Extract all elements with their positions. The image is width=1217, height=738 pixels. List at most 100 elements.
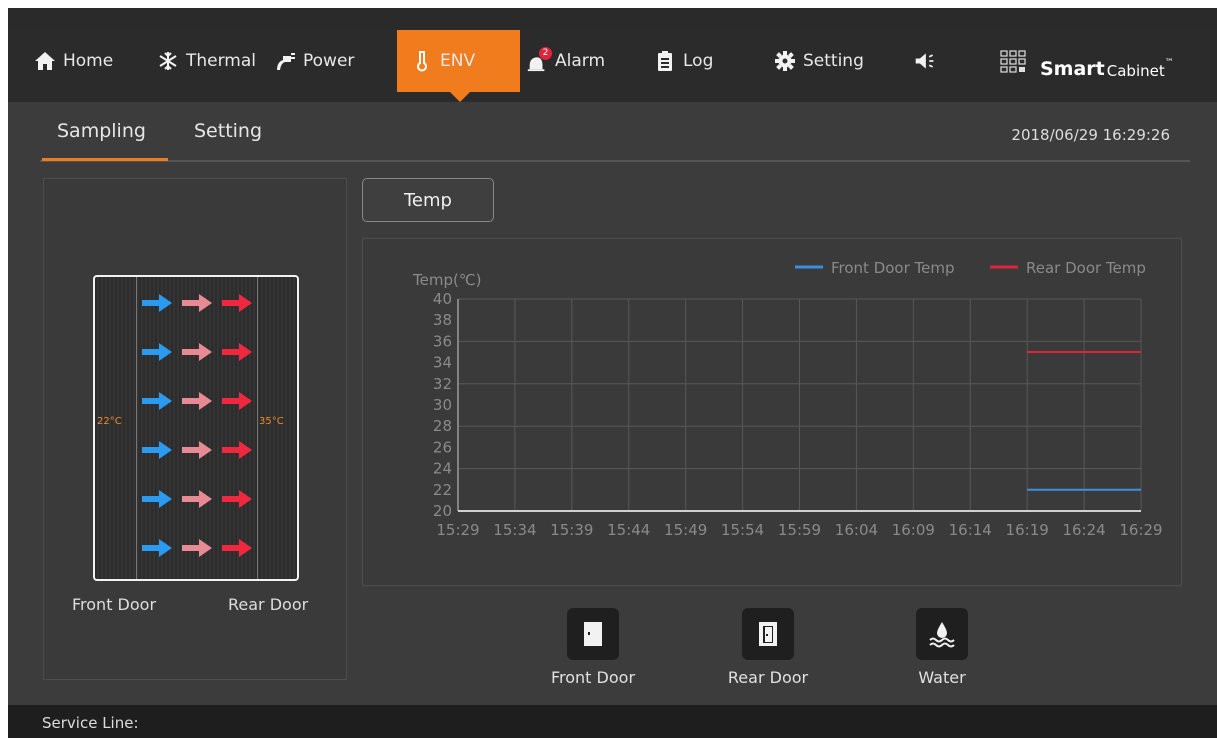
gear-icon [774, 50, 796, 72]
airflow-arrow-icon [142, 441, 172, 459]
front-temp-label: 22°C [97, 416, 122, 427]
x-tick-label: 16:04 [835, 521, 878, 539]
water-leak-icon[interactable] [916, 608, 968, 660]
airflow-arrow-icon [222, 490, 252, 508]
nav-item-setting[interactable]: Setting [774, 30, 864, 92]
nav-label-alarm: Alarm [555, 51, 606, 71]
nav-label-thermal: Thermal [186, 51, 257, 71]
legend-label: Front Door Temp [831, 259, 955, 277]
x-tick-label: 16:09 [892, 521, 935, 539]
y-tick-label: 36 [433, 332, 452, 350]
door-closed-icon[interactable] [567, 608, 619, 660]
airflow-arrow-icon [182, 294, 212, 312]
y-tick-label: 24 [433, 460, 452, 478]
airflow-arrow-icon [142, 294, 172, 312]
active-nav-pointer [450, 92, 470, 102]
nav-item-env[interactable]: ENV [397, 30, 520, 92]
sensor-rear-door-label: Rear Door [727, 668, 809, 687]
x-tick-label: 16:19 [1006, 521, 1049, 539]
brand-grid-icon [1000, 50, 1026, 73]
brand-logo: Smart Cabinet ™ [1000, 42, 1174, 80]
nav-label-home: Home [63, 51, 114, 71]
x-tick-label: 15:34 [493, 521, 536, 539]
tab-setting[interactable]: Setting [194, 120, 262, 142]
home-icon [34, 50, 56, 72]
airflow-arrow-icon [182, 343, 212, 361]
nav-label-env: ENV [440, 51, 476, 71]
x-tick-label: 16:14 [949, 521, 992, 539]
nav-item-thermal[interactable]: Thermal [157, 30, 256, 92]
rear-temp-label: 35°C [259, 416, 284, 427]
thermometer-icon [411, 50, 433, 72]
airflow-arrow-icon [222, 539, 252, 557]
brand-name-bold: Smart [1040, 58, 1105, 80]
chart-grid [457, 298, 1142, 511]
nav-label-setting: Setting [803, 51, 864, 71]
speaker-button[interactable] [914, 30, 943, 92]
y-tick-label: 40 [433, 290, 452, 308]
nav-item-home[interactable]: Home [34, 30, 113, 92]
nav-label-log: Log [683, 51, 714, 71]
y-tick-label: 30 [433, 396, 452, 414]
top-strip [8, 8, 1217, 30]
x-tick-label: 16:29 [1119, 521, 1162, 539]
x-tick-label: 15:39 [550, 521, 593, 539]
airflow-arrow-icon [222, 294, 252, 312]
x-tick-label: 15:44 [607, 521, 650, 539]
airflow-arrow-icon [142, 490, 172, 508]
x-tick-label: 15:49 [664, 521, 707, 539]
tab-sampling[interactable]: Sampling [57, 120, 146, 142]
sensor-water-label: Water [918, 668, 966, 687]
brand-name-light: Cabinet [1106, 62, 1165, 80]
airflow-arrow-icon [142, 392, 172, 410]
y-tick-label: 26 [433, 438, 452, 456]
airflow-arrow-icon [182, 392, 212, 410]
power-plug-icon [274, 50, 296, 72]
datetime: 2018/06/29 16:29:26 [1011, 126, 1170, 144]
snowflake-icon [157, 50, 179, 72]
airflow-arrow-icon [222, 392, 252, 410]
main-nav: Home Thermal Power ENV 2 Alarm Log Setti… [8, 30, 1217, 102]
brand-trademark: ™ [1164, 58, 1174, 68]
x-tick-label: 16:24 [1062, 521, 1105, 539]
sensor-rear-door[interactable]: Rear Door [713, 608, 823, 698]
nav-item-alarm[interactable]: 2 Alarm [526, 30, 605, 92]
chart-axes: 40 38 36 34 32 30 28 26 24 22 2015:29 15:34 15:39 15:… [412, 271, 1163, 539]
nav-label-power: Power [303, 51, 355, 71]
y-tick-label: 20 [433, 502, 452, 520]
service-line: Service Line: [42, 714, 139, 732]
sensor-front-door-label: Front Door [550, 668, 636, 687]
cabinet-diagram: 22°C 35°C [93, 275, 299, 581]
alarm-badge: 2 [539, 47, 552, 60]
footer-bar: Service Line: [8, 705, 1217, 738]
nav-item-log[interactable]: Log [654, 30, 713, 92]
active-tab-underline [42, 158, 168, 161]
cabinet-rear-line [257, 277, 258, 579]
airflow-arrow-icon [182, 441, 212, 459]
sensor-water[interactable]: Water [887, 608, 997, 698]
temp-button[interactable]: Temp [362, 178, 494, 222]
chart-legend: Front Door Temp Rear Door Temp [795, 259, 1146, 277]
alarm-bell-icon: 2 [526, 47, 552, 72]
x-tick-label: 15:29 [436, 521, 479, 539]
speaker-icon [914, 50, 936, 72]
door-open-icon[interactable] [742, 608, 794, 660]
cabinet-front-line [136, 277, 137, 579]
nav-item-power[interactable]: Power [274, 30, 354, 92]
airflow-arrow-icon [142, 539, 172, 557]
y-tick-label: 38 [433, 311, 452, 329]
cabinet-airflow-panel: 22°C 35°C Front Door Rear Door [43, 178, 347, 680]
y-tick-label: 22 [433, 481, 452, 499]
clipboard-icon [654, 50, 676, 72]
x-tick-label: 15:59 [778, 521, 821, 539]
airflow-arrow-icon [142, 343, 172, 361]
temperature-chart: 40 38 36 34 32 30 28 26 24 22 2015:29 15:34 15:39 15:… [412, 259, 1163, 539]
sensor-front-door[interactable]: Front Door [538, 608, 648, 698]
airflow-arrow-icon [222, 343, 252, 361]
rear-door-label: Rear Door [228, 595, 309, 614]
front-door-label: Front Door [72, 595, 157, 614]
y-tick-label: 28 [433, 417, 452, 435]
airflow-arrow-icon [222, 441, 252, 459]
y-axis-label: Temp(℃) [412, 271, 482, 289]
y-tick-label: 32 [433, 375, 452, 393]
